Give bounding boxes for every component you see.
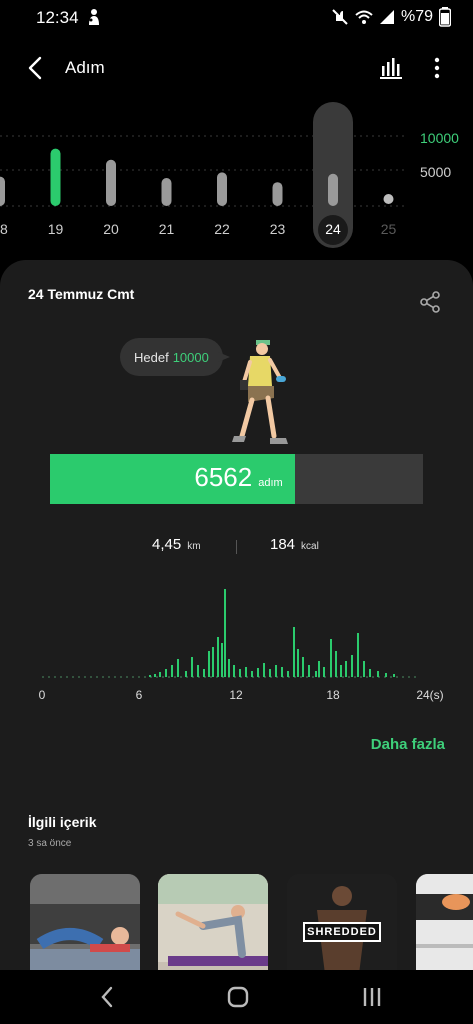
step-unit: adım (258, 477, 283, 489)
week-bar-20[interactable] (106, 159, 116, 206)
week-bar-23[interactable] (272, 182, 283, 206)
page-title: Adım (65, 58, 105, 77)
shredded-badge: SHREDDED (303, 922, 381, 942)
nav-back-icon[interactable] (94, 984, 122, 1010)
wifi-icon (355, 10, 373, 24)
hourly-tick-label: 6 (135, 688, 143, 702)
hourly-tick-label: 12 (229, 688, 243, 702)
weekly-chart-canvas (0, 102, 405, 248)
signal-icon (379, 10, 394, 24)
workout-image-icon (416, 874, 473, 984)
battery-icon (439, 7, 451, 27)
selected-date: 24 Temmuz Cmt (28, 286, 135, 302)
goal-line-label: 10000 (420, 130, 459, 146)
stats-divider (236, 540, 237, 554)
steps-progress-bar: 6562 adım (50, 454, 423, 504)
distance-unit: km (187, 541, 201, 552)
weekly-steps-chart[interactable]: 10000 5000 18 19 20 21 22 23 24 25 (0, 100, 473, 250)
walker-illustration-icon (232, 340, 288, 444)
hourly-steps-chart: 0 6 12 18 24(s) (0, 580, 473, 710)
week-day-label-21[interactable]: 21 (159, 221, 175, 237)
share-icon[interactable] (419, 290, 441, 314)
week-bar-21[interactable] (161, 178, 172, 206)
goal-value: 10000 (172, 349, 209, 365)
calories-unit: kcal (301, 541, 319, 552)
bar-chart-icon[interactable] (379, 54, 405, 80)
calories-value: 184 (270, 536, 296, 553)
week-day-label-25[interactable]: 25 (381, 221, 397, 237)
mute-icon (332, 9, 348, 25)
notification-icon (89, 9, 99, 25)
related-content-title: İlgili içerik (28, 814, 97, 830)
workout-image-icon (30, 874, 140, 984)
related-thumb-4[interactable] (416, 874, 473, 984)
system-nav-bar (0, 970, 473, 1024)
week-day-label-24[interactable]: 24 (325, 221, 341, 237)
related-thumb-3[interactable]: SHREDDED (287, 874, 397, 984)
hourly-tick-label: 18 (326, 688, 340, 702)
status-time: 12:34 (36, 8, 79, 27)
week-bar-25[interactable] (383, 194, 394, 204)
related-content-time: 3 sa önce (28, 838, 72, 849)
battery-level: %79 (400, 8, 433, 25)
hourly-tick-label: 0 (38, 688, 46, 702)
week-bar-22[interactable] (217, 172, 227, 206)
hourly-chart-canvas (42, 589, 420, 678)
related-thumb-1[interactable] (30, 874, 140, 984)
nav-recents-icon[interactable] (358, 984, 386, 1010)
distance-value: 4,45 (152, 536, 182, 553)
status-bar: 12:34 %79 (0, 0, 473, 36)
week-day-label-23[interactable]: 23 (270, 221, 286, 237)
daily-detail-card: 24 Temmuz Cmt Hedef 10000 6562 adım 4,45… (0, 260, 473, 984)
related-thumb-2[interactable] (158, 874, 268, 984)
calories-stat: 184 kcal (270, 536, 319, 554)
week-bar-19[interactable] (50, 148, 61, 206)
distance-stat: 4,45 km (152, 536, 201, 554)
workout-image-icon (158, 874, 268, 984)
step-count: 6562 (194, 462, 253, 492)
goal-prefix: Hedef (134, 349, 169, 365)
week-day-label-19[interactable]: 19 (48, 221, 64, 237)
steps-progress-fill: 6562 adım (50, 454, 295, 504)
week-day-label-22[interactable]: 22 (214, 221, 230, 237)
more-options-icon[interactable] (427, 54, 447, 82)
related-content-carousel[interactable]: SHREDDED (0, 874, 473, 984)
week-day-label-18[interactable]: 18 (0, 221, 8, 237)
week-bar-18[interactable] (0, 176, 5, 206)
nav-home-icon[interactable] (224, 984, 252, 1010)
week-bar-24[interactable] (328, 173, 338, 206)
app-bar: Adım (0, 44, 473, 92)
hourly-tick-label: 24(s) (416, 688, 444, 702)
more-details-link[interactable]: Daha fazla (371, 736, 445, 753)
half-goal-line-label: 5000 (420, 164, 452, 180)
back-arrow-icon[interactable] (22, 54, 50, 82)
stats-row: 4,45 km 184 kcal (0, 536, 473, 560)
week-day-label-20[interactable]: 20 (103, 221, 119, 237)
goal-bubble: Hedef 10000 (120, 338, 223, 376)
